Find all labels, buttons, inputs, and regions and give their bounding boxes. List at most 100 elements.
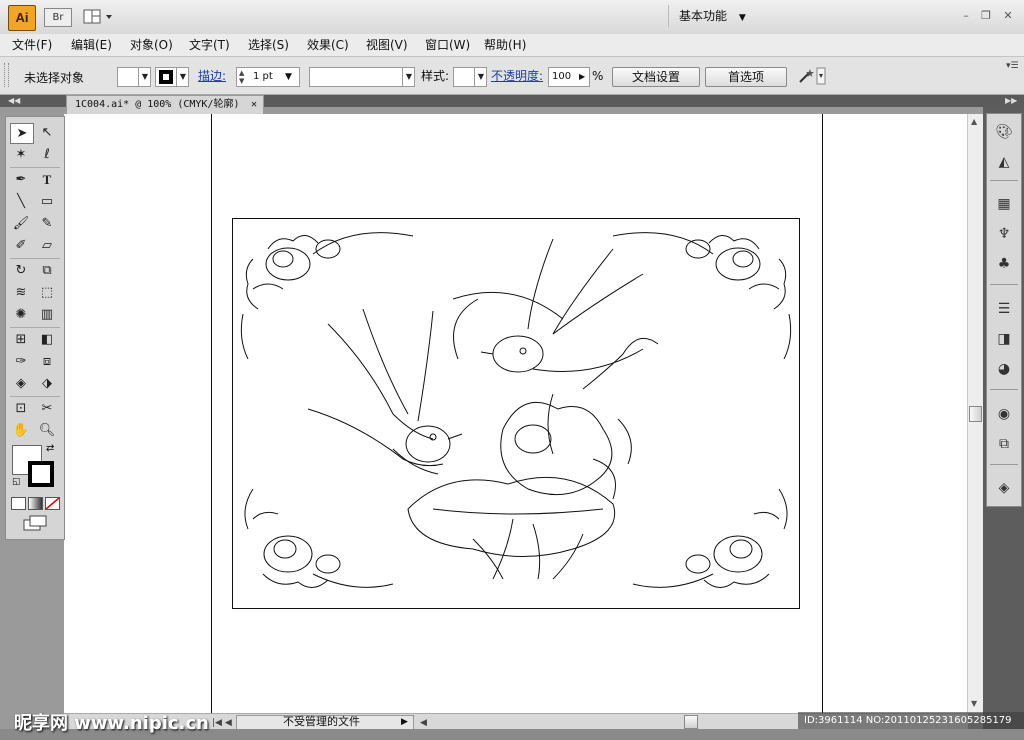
vertical-scrollbar[interactable]: ▲ ▼ <box>967 114 983 713</box>
tools-panel: ➤ ↖ ✶ ℓ ✒ T ╲ ▭ 🖌 ✎ ✐ ▱ ↻ ⧉ ≋ ⬚ ✺ ▥ ⊞ ◧ … <box>5 116 65 540</box>
menu-help[interactable]: 帮助(H) <box>484 37 526 53</box>
arrange-documents-icon <box>83 9 112 24</box>
chevron-down-icon: ▼ <box>474 68 487 86</box>
selection-tool-icon[interactable]: ➤ <box>10 123 34 144</box>
mesh-tool-icon[interactable]: ⊞ <box>10 330 32 349</box>
pen-tool-icon[interactable]: ✒ <box>10 170 32 189</box>
document-setup-button[interactable]: 文档设置 <box>612 67 700 87</box>
stroke-swatch[interactable] <box>28 461 54 487</box>
menu-select[interactable]: 选择(S) <box>248 37 289 53</box>
close-tab-icon[interactable]: ✕ <box>251 96 257 114</box>
horizontal-scrollbar-thumb[interactable] <box>684 715 698 729</box>
blob-brush-tool-icon[interactable]: ✐ <box>10 236 32 255</box>
blend-tool-icon[interactable]: ⧈ <box>36 352 58 371</box>
stroke-panel-icon[interactable]: ☰ <box>991 299 1017 319</box>
gradient-tool-icon[interactable]: ◧ <box>36 330 58 349</box>
stroke-label[interactable]: 描边: <box>198 67 226 85</box>
magic-wand-icon <box>799 67 826 85</box>
menu-file[interactable]: 文件(F) <box>12 37 52 53</box>
scroll-down-icon[interactable]: ▼ <box>971 699 977 708</box>
menu-edit[interactable]: 编辑(E) <box>71 37 112 53</box>
default-fill-stroke-icon[interactable]: ◱ <box>12 477 21 487</box>
line-tool-icon[interactable]: ╲ <box>10 192 32 211</box>
workspace-switcher[interactable]: 基本功能 ▼ <box>668 5 763 27</box>
stroke-weight-field[interactable]: ▲ ▼ 1 pt ▼ <box>236 67 300 87</box>
menu-view[interactable]: 视图(V) <box>366 37 408 53</box>
graphic-styles-panel-icon[interactable]: ⧉ <box>991 434 1017 454</box>
workspace-label: 基本功能 <box>679 9 728 23</box>
document-tab[interactable]: 1C004.ai* @ 100% (CMYK/轮廓) ✕ <box>66 95 264 114</box>
menu-type[interactable]: 文字(T) <box>189 37 230 53</box>
rotate-tool-icon[interactable]: ↻ <box>10 261 32 280</box>
brushes-panel-icon[interactable]: ♆ <box>991 224 1017 244</box>
menu-object[interactable]: 对象(O) <box>130 37 173 53</box>
warp-tool-icon[interactable]: ≋ <box>10 283 32 302</box>
close-icon: ✕ <box>1003 9 1013 22</box>
preferences-button[interactable]: 首选项 <box>705 67 787 87</box>
slice-tool-icon[interactable]: ✂ <box>36 399 58 418</box>
minimize-button[interactable]: – <box>958 8 974 24</box>
artboard-tool-icon[interactable]: ⊡ <box>10 399 32 418</box>
direct-selection-tool-icon[interactable]: ↖ <box>36 123 58 142</box>
artwork-swallows-lotus[interactable] <box>232 218 800 609</box>
panel-menu-icon[interactable]: ▾☰ <box>1006 61 1019 71</box>
scrollbar-thumb[interactable] <box>969 406 982 422</box>
hand-tool-icon[interactable]: ✋ <box>10 421 32 440</box>
app-logo-icon: Ai <box>8 5 36 31</box>
stroke-color-dropdown[interactable]: ▼ <box>155 67 189 87</box>
color-mode-button[interactable] <box>11 497 26 510</box>
none-mode-button[interactable] <box>45 497 60 510</box>
symbols-panel-icon[interactable]: ♣ <box>991 254 1017 274</box>
type-tool-icon[interactable]: T <box>36 170 58 189</box>
bridge-button[interactable]: Br <box>44 8 72 27</box>
screen-mode-button[interactable] <box>22 515 48 531</box>
rectangle-tool-icon[interactable]: ▭ <box>36 192 58 211</box>
scroll-up-icon[interactable]: ▲ <box>971 117 977 126</box>
gradient-panel-icon[interactable]: ◨ <box>991 329 1017 349</box>
chevron-right-icon: ▶ <box>401 717 408 727</box>
zoom-tool-icon[interactable]: 🔍︎ <box>36 421 58 440</box>
scale-tool-icon[interactable]: ⧉ <box>36 261 58 280</box>
select-similar-button[interactable] <box>796 67 826 85</box>
color-panel-icon[interactable]: 🎨︎ <box>991 122 1017 142</box>
transparency-panel-icon[interactable]: ◕ <box>991 359 1017 379</box>
chevron-down-icon: ▼ <box>738 13 746 23</box>
swatches-panel-icon[interactable]: ▦ <box>991 194 1017 214</box>
stroke-swatch-icon <box>159 70 173 84</box>
free-transform-tool-icon[interactable]: ⬚ <box>36 283 58 302</box>
graphic-style-dropdown[interactable]: ▼ <box>453 67 487 87</box>
brush-dropdown[interactable]: ▼ <box>309 67 415 87</box>
eraser-tool-icon[interactable]: ▱ <box>36 236 58 255</box>
pencil-tool-icon[interactable]: ✎ <box>36 214 58 233</box>
opacity-value: 100 <box>552 71 572 82</box>
symbol-sprayer-tool-icon[interactable]: ✺ <box>10 305 32 324</box>
corner-flower-top-right <box>612 232 792 360</box>
collapse-left-icon[interactable]: ◀◀ <box>8 95 20 107</box>
eyedropper-tool-icon[interactable]: ✑ <box>10 352 32 371</box>
menu-effect[interactable]: 效果(C) <box>307 37 349 53</box>
lotus-flower <box>500 337 659 500</box>
opacity-label[interactable]: 不透明度: <box>491 67 543 85</box>
stepper-icon[interactable]: ▲ ▼ <box>239 69 244 85</box>
appearance-panel-icon[interactable]: ◉ <box>991 404 1017 424</box>
swap-fill-stroke-icon[interactable]: ⇄ <box>46 443 54 454</box>
gradient-mode-button[interactable] <box>28 497 43 510</box>
collapse-right-icon[interactable]: ▶▶ <box>1005 95 1017 107</box>
opacity-field[interactable]: 100 ▶ <box>548 67 590 87</box>
paintbrush-tool-icon[interactable]: 🖌 <box>10 214 32 233</box>
close-window-button[interactable]: ✕ <box>1000 8 1016 24</box>
magic-wand-tool-icon[interactable]: ✶ <box>10 145 32 164</box>
selection-status: 未选择对象 <box>24 71 85 85</box>
menu-window[interactable]: 窗口(W) <box>425 37 470 53</box>
status-dropdown[interactable]: 不受管理的文件 ▶ <box>236 715 414 730</box>
layers-panel-icon[interactable]: ◈ <box>991 478 1017 498</box>
fill-color-dropdown[interactable]: ▼ <box>117 67 151 87</box>
color-guide-icon[interactable]: ◭ <box>991 152 1017 172</box>
lasso-tool-icon[interactable]: ℓ <box>36 145 58 164</box>
control-bar-grip[interactable] <box>4 63 9 87</box>
column-graph-tool-icon[interactable]: ▥ <box>36 305 58 324</box>
live-paint-selection-tool-icon[interactable]: ⬗ <box>36 374 58 393</box>
restore-button[interactable]: ❐ <box>978 8 994 24</box>
live-paint-bucket-tool-icon[interactable]: ◈ <box>10 374 32 393</box>
arrange-documents-button[interactable] <box>82 8 116 25</box>
